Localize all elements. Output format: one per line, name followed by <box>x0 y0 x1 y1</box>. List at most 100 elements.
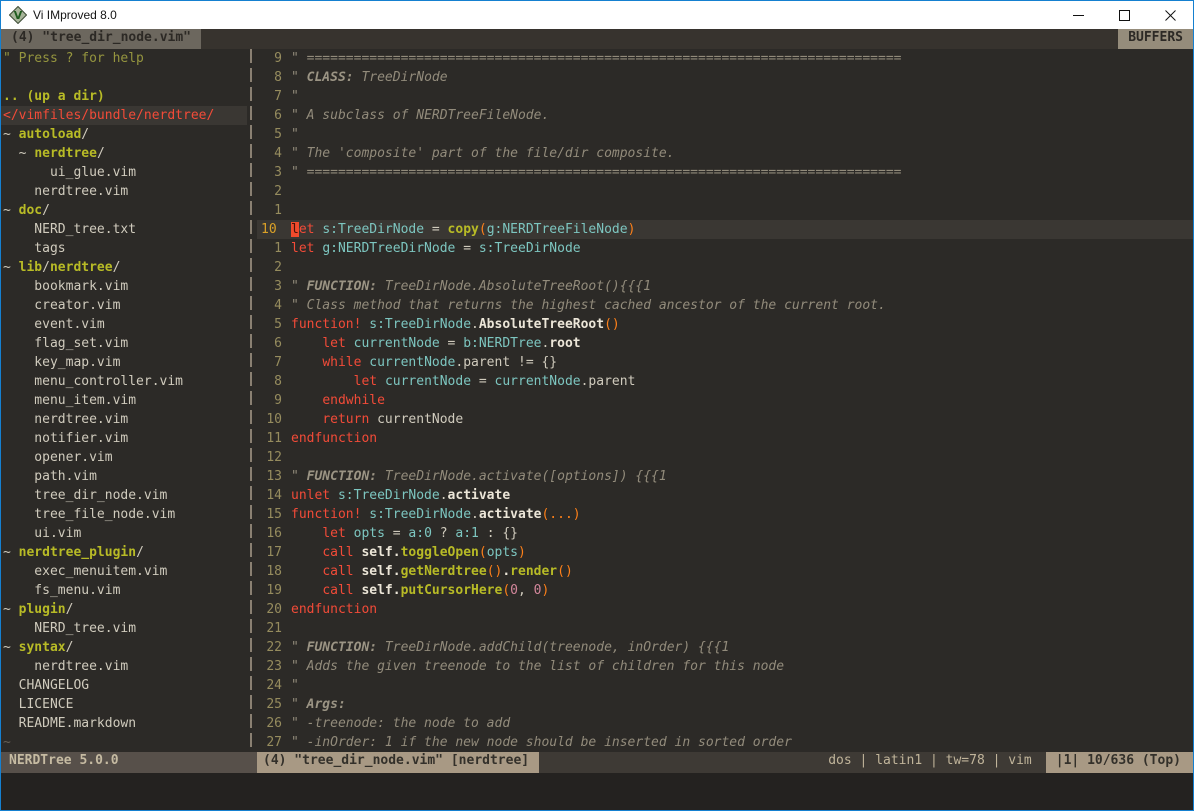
tree-item[interactable]: NERD_tree.vim <box>1 619 247 638</box>
maximize-button[interactable] <box>1101 1 1147 29</box>
tree-item[interactable]: ~ syntax/ <box>1 638 247 657</box>
code-line[interactable]: 15function! s:TreeDirNode.activate(...) <box>257 505 1193 524</box>
tree-item[interactable]: nerdtree.vim <box>1 410 247 429</box>
minimize-button[interactable] <box>1055 1 1101 29</box>
tree-item[interactable]: ui_glue.vim <box>1 163 247 182</box>
line-number: 12 <box>257 448 291 467</box>
code-line[interactable]: 27" -inOrder: 1 if the new node should b… <box>257 733 1193 752</box>
tree-item[interactable]: ~ nerdtree_plugin/ <box>1 543 247 562</box>
tree-item[interactable]: ui.vim <box>1 524 247 543</box>
code-line[interactable]: 21 <box>257 619 1193 638</box>
code-line[interactable]: 16 let opts = a:0 ? a:1 : {} <box>257 524 1193 543</box>
code-line[interactable]: 24" <box>257 676 1193 695</box>
code-line[interactable]: 5" <box>257 125 1193 144</box>
code-token: " The 'composite' part of the file/dir c… <box>291 146 675 161</box>
tree-item[interactable]: ~ lib/nerdtree/ <box>1 258 247 277</box>
code-text: let s:TreeDirNode = copy(g:NERDTreeFileN… <box>291 220 1193 239</box>
code-line[interactable]: 14unlet s:TreeDirNode.activate <box>257 486 1193 505</box>
code-line[interactable]: 1let g:NERDTreeDirNode = s:TreeDirNode <box>257 239 1193 258</box>
code-line[interactable]: 10 return currentNode <box>257 410 1193 429</box>
tree-item[interactable]: ~ nerdtree/ <box>1 144 247 163</box>
tree-item[interactable]: LICENCE <box>1 695 247 714</box>
titlebar: V Vi IMproved 8.0 <box>1 1 1193 29</box>
code-line[interactable]: 4" Class method that returns the highest… <box>257 296 1193 315</box>
code-token <box>291 374 354 389</box>
tree-item[interactable]: .. (up a dir) <box>1 87 247 106</box>
code-line[interactable]: 2 <box>257 182 1193 201</box>
tree-item[interactable]: ~ plugin/ <box>1 600 247 619</box>
code-token: ~ <box>3 203 19 218</box>
code-line[interactable]: 5function! s:TreeDirNode.AbsoluteTreeRoo… <box>257 315 1193 334</box>
code-line-current[interactable]: 10let s:TreeDirNode = copy(g:NERDTreeFil… <box>257 220 1193 239</box>
code-token: " <box>291 469 307 484</box>
code-line[interactable]: 2 <box>257 258 1193 277</box>
tree-item[interactable]: tree_file_node.vim <box>1 505 247 524</box>
main-area: " Press ? for help.. (up a dir)</vimfile… <box>1 49 1193 752</box>
code-line[interactable]: 1 <box>257 201 1193 220</box>
code-line[interactable]: 8" CLASS: TreeDirNode <box>257 68 1193 87</box>
tree-item[interactable]: bookmark.vim <box>1 277 247 296</box>
code-line[interactable]: 20endfunction <box>257 600 1193 619</box>
code-line[interactable]: 3" FUNCTION: TreeDirNode.AbsoluteTreeRoo… <box>257 277 1193 296</box>
code-token: menu_item.vim <box>3 393 136 408</box>
tree-item-selected[interactable]: </vimfiles/bundle/nerdtree/ <box>1 106 247 125</box>
code-token: self. <box>361 564 400 579</box>
code-line[interactable]: 9" =====================================… <box>257 49 1193 68</box>
tree-item[interactable]: event.vim <box>1 315 247 334</box>
code-line[interactable]: 25" Args: <box>257 695 1193 714</box>
code-line[interactable]: 17 call self.toggleOpen(opts) <box>257 543 1193 562</box>
code-line[interactable]: 22" FUNCTION: TreeDirNode.addChild(treen… <box>257 638 1193 657</box>
tree-item[interactable]: README.markdown <box>1 714 247 733</box>
code-line[interactable]: 8 let currentNode = currentNode.parent <box>257 372 1193 391</box>
tree-item[interactable]: creator.vim <box>1 296 247 315</box>
code-line[interactable]: 23" Adds the given treenode to the list … <box>257 657 1193 676</box>
code-line[interactable]: 4" The 'composite' part of the file/dir … <box>257 144 1193 163</box>
code-token: NERD_tree.vim <box>3 621 136 636</box>
code-text: " FUNCTION: TreeDirNode.activate([option… <box>291 467 1193 486</box>
code-text: " <box>291 676 1193 695</box>
code-token: CHANGELOG <box>3 678 89 693</box>
tree-item[interactable]: flag_set.vim <box>1 334 247 353</box>
code-line[interactable]: 26" -treenode: the node to add <box>257 714 1193 733</box>
code-token: self. <box>361 583 400 598</box>
code-line[interactable]: 6" A subclass of NERDTreeFileNode. <box>257 106 1193 125</box>
code-token: Args: <box>307 697 346 712</box>
tree-item[interactable]: exec_menuitem.vim <box>1 562 247 581</box>
code-line[interactable]: 19 call self.putCursorHere(0, 0) <box>257 581 1193 600</box>
code-token: activate <box>448 488 511 503</box>
tree-item[interactable]: nerdtree.vim <box>1 657 247 676</box>
tree-item[interactable]: CHANGELOG <box>1 676 247 695</box>
tree-item[interactable]: tree_dir_node.vim <box>1 486 247 505</box>
code-token: ui.vim <box>3 526 81 541</box>
code-token: ~ <box>3 640 19 655</box>
tree-item[interactable]: notifier.vim <box>1 429 247 448</box>
tree-item[interactable]: ~ autoload/ <box>1 125 247 144</box>
tree-item[interactable]: ~ doc/ <box>1 201 247 220</box>
code-line[interactable]: 7" <box>257 87 1193 106</box>
tree-item[interactable]: path.vim <box>1 467 247 486</box>
code-line[interactable]: 7 while currentNode.parent != {} <box>257 353 1193 372</box>
code-token: / <box>66 602 74 617</box>
tree-item[interactable]: key_map.vim <box>1 353 247 372</box>
code-line[interactable]: 18 call self.getNerdtree().render() <box>257 562 1193 581</box>
code-line[interactable]: 13" FUNCTION: TreeDirNode.activate([opti… <box>257 467 1193 486</box>
code-line[interactable]: 3" =====================================… <box>257 163 1193 182</box>
tree-item[interactable]: menu_controller.vim <box>1 372 247 391</box>
tree-item[interactable]: fs_menu.vim <box>1 581 247 600</box>
code-line[interactable]: 6 let currentNode = b:NERDTree.root <box>257 334 1193 353</box>
tree-item[interactable]: NERD_tree.txt <box>1 220 247 239</box>
code-text <box>291 619 1193 638</box>
tree-item[interactable]: nerdtree.vim <box>1 182 247 201</box>
code-line[interactable]: 9 endwhile <box>257 391 1193 410</box>
window-separator[interactable] <box>247 49 257 752</box>
close-button[interactable] <box>1147 1 1193 29</box>
code-text: call self.toggleOpen(opts) <box>291 543 1193 562</box>
tree-item[interactable]: tags <box>1 239 247 258</box>
line-number: 23 <box>257 657 291 676</box>
tree-item[interactable]: menu_item.vim <box>1 391 247 410</box>
command-line[interactable] <box>1 773 1193 810</box>
tree-item[interactable]: opener.vim <box>1 448 247 467</box>
tab-tree-dir-node[interactable]: (4) "tree_dir_node.vim" <box>1 29 201 49</box>
code-line[interactable]: 11endfunction <box>257 429 1193 448</box>
code-line[interactable]: 12 <box>257 448 1193 467</box>
